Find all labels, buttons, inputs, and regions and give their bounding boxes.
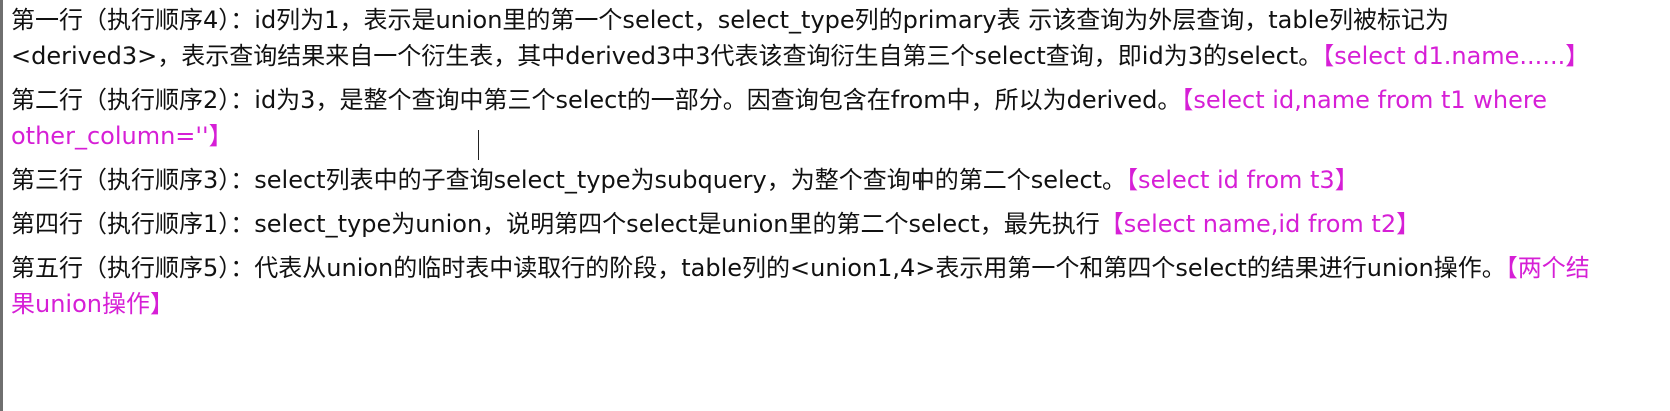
paragraph-row-5[interactable]: 第五行（执行顺序5）：代表从union的临时表中读取行的阶段，table列的<u… bbox=[11, 250, 1612, 322]
row-2-prefix: 第二行（执行顺序2）： bbox=[11, 86, 255, 114]
document-page[interactable]: 第一行（执行顺序4）：id列为1，表示是union里的第一个select，sel… bbox=[0, 0, 1670, 411]
row-4-highlight: 【select name,id from t2】 bbox=[1099, 210, 1421, 238]
row-4-prefix: 第四行（执行顺序1）： bbox=[11, 210, 255, 238]
i-beam-cursor-icon: Ⅰ bbox=[916, 171, 924, 196]
paragraph-row-3[interactable]: 第三行（执行顺序3）：select列表中的子查询select_type为subq… bbox=[11, 162, 1612, 198]
text-caret-icon bbox=[478, 130, 479, 160]
row-3-body: select列表中的子查询select_type为subquery，为整个查询中… bbox=[254, 166, 1127, 194]
paragraph-row-2[interactable]: 第二行（执行顺序2）：id为3，是整个查询中第三个select的一部分。因查询包… bbox=[11, 82, 1612, 154]
row-5-prefix: 第五行（执行顺序5）： bbox=[11, 254, 255, 282]
paragraph-row-1[interactable]: 第一行（执行顺序4）：id列为1，表示是union里的第一个select，sel… bbox=[11, 2, 1612, 74]
row-1-prefix: 第一行（执行顺序4）： bbox=[11, 6, 255, 34]
row-3-highlight: 【select id from t3】 bbox=[1126, 166, 1359, 194]
row-4-body: select_type为union，说明第四个select是union里的第二个… bbox=[254, 210, 1100, 238]
row-5-body: 代表从union的临时表中读取行的阶段，table列的<union1,4>表示用… bbox=[254, 254, 1506, 282]
row-3-prefix: 第三行（执行顺序3）： bbox=[11, 166, 255, 194]
row-2-body: id为3，是整个查询中第三个select的一部分。因查询包含在from中，所以为… bbox=[254, 86, 1182, 114]
row-1-highlight: 【select d1.name......】 bbox=[1322, 42, 1590, 70]
paragraph-row-4[interactable]: 第四行（执行顺序1）：select_type为union，说明第四个select… bbox=[11, 206, 1612, 242]
